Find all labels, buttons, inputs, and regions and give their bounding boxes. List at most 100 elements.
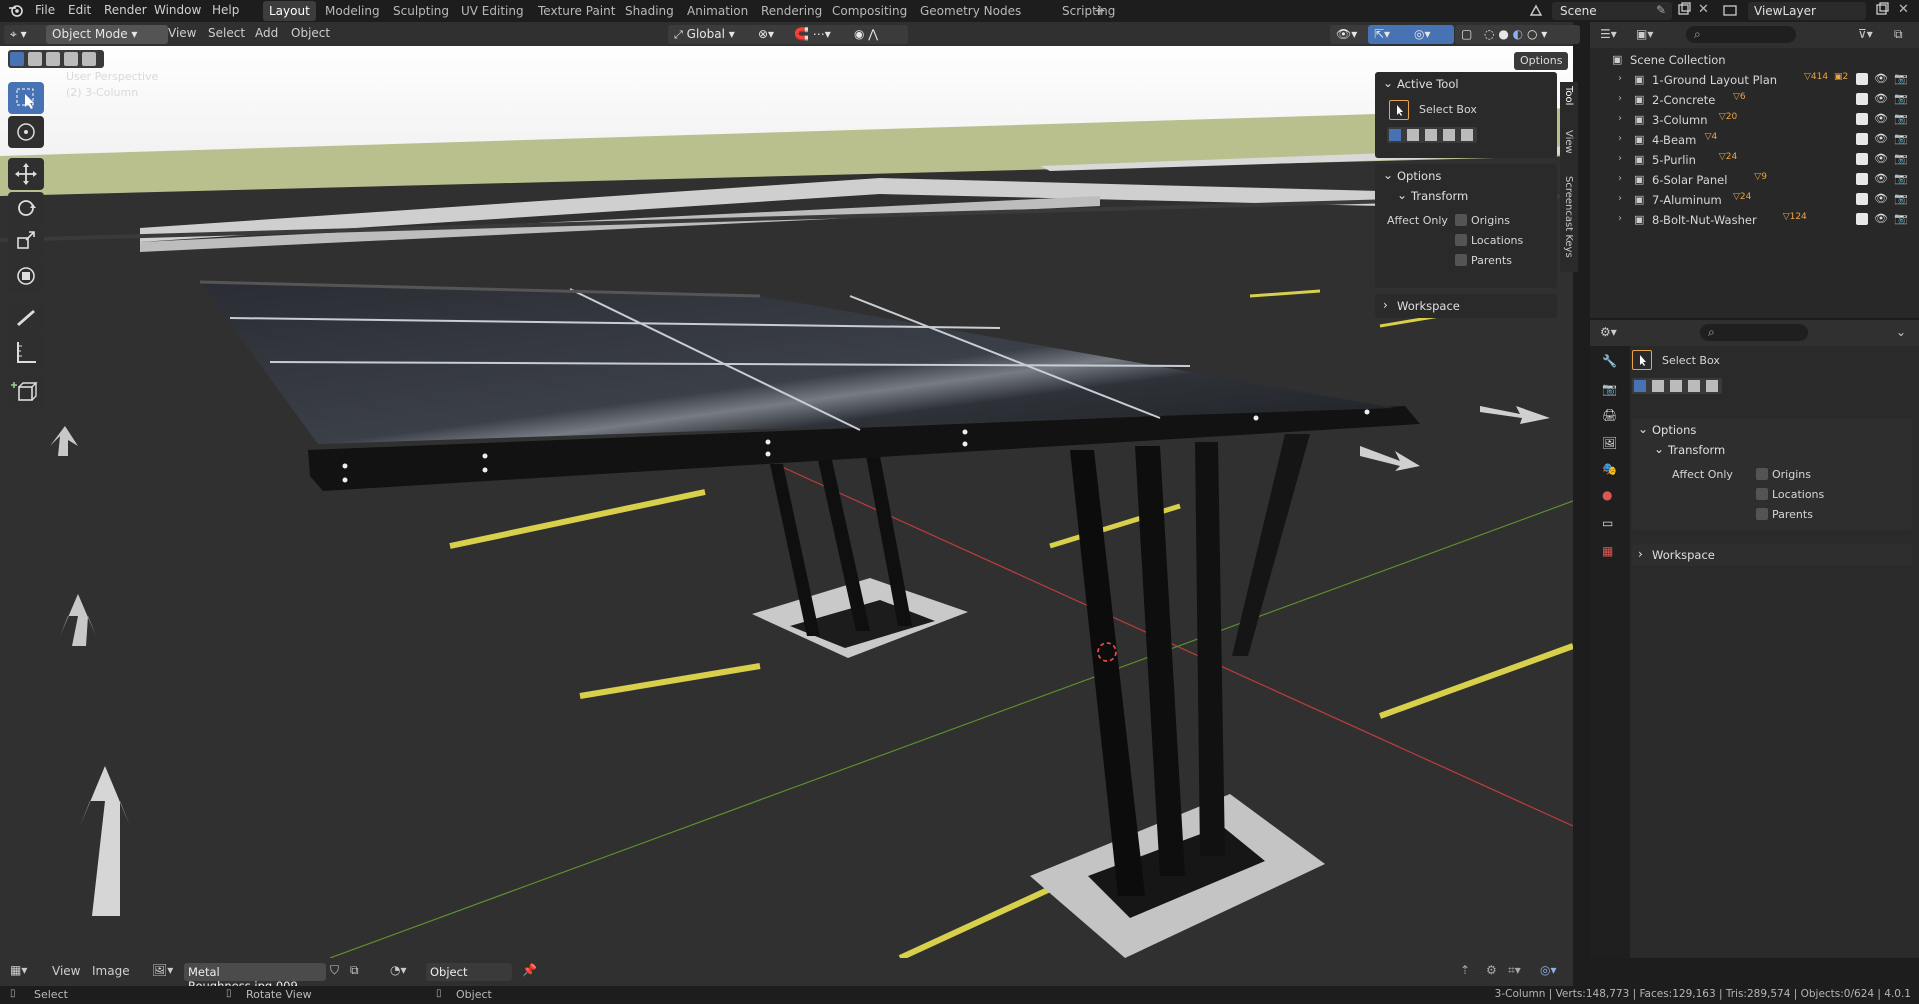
outliner-root-row[interactable]: ▣ Scene Collection xyxy=(1590,50,1919,70)
tab-geometry-nodes[interactable]: Geometry Nodes xyxy=(914,1,1027,21)
camera-icon[interactable]: 📷 xyxy=(1894,73,1908,85)
add-workspace-button[interactable]: + xyxy=(1088,1,1112,21)
tool-properties-icon[interactable]: 🔧 xyxy=(1602,354,1622,374)
outliner-collection-row[interactable]: › ▣ 7-Aluminum ▽24 👁 📷 xyxy=(1590,190,1919,210)
menu-view[interactable]: View xyxy=(52,964,80,978)
solid-shading-icon[interactable]: ● xyxy=(1498,27,1508,41)
exclude-checkbox[interactable] xyxy=(1856,213,1868,225)
exclude-checkbox[interactable] xyxy=(1856,193,1868,205)
world-properties-icon[interactable]: ● xyxy=(1602,488,1622,508)
outliner-collection-row[interactable]: › ▣ 3-Column ▽20 👁 📷 xyxy=(1590,110,1919,130)
eye-icon[interactable]: 👁 xyxy=(1874,153,1888,165)
menu-object[interactable]: Object xyxy=(291,26,330,40)
eye-icon[interactable]: 👁 xyxy=(1874,73,1888,85)
select-subtract-icon[interactable] xyxy=(46,52,60,66)
overlay-icon[interactable]: ◎▾ xyxy=(1408,25,1454,44)
image-slot-icon[interactable]: ◔▾ xyxy=(390,963,407,977)
eye-icon[interactable]: 👁 xyxy=(1874,193,1888,205)
tab-shading[interactable]: Shading xyxy=(619,1,680,21)
scene-icon[interactable] xyxy=(1528,0,1550,22)
options-chevron-icon[interactable]: ⌄ xyxy=(1383,168,1393,182)
prop-select-modes[interactable] xyxy=(1632,378,1722,394)
output-properties-icon[interactable]: 🖨 xyxy=(1602,408,1622,428)
mode-subtract-icon[interactable] xyxy=(1670,380,1682,392)
fake-user-icon[interactable]: ⛉ xyxy=(330,963,339,978)
outliner-collection-row[interactable]: › ▣ 5-Purlin ▽24 👁 📷 xyxy=(1590,150,1919,170)
menu-view[interactable]: View xyxy=(168,26,196,40)
mode-extend-icon[interactable] xyxy=(1407,129,1419,141)
new-view-layer-icon[interactable] xyxy=(1874,2,1892,20)
prop-workspace-title[interactable]: Workspace xyxy=(1652,548,1715,562)
outliner-collection-row[interactable]: › ▣ 1-Ground Layout Plan ▽414 ▣2 👁 📷 xyxy=(1590,70,1919,90)
view-layer-selector[interactable]: ViewLayer xyxy=(1748,2,1866,20)
tab-modeling[interactable]: Modeling xyxy=(319,1,386,21)
active-tool-chevron-icon[interactable]: ⌄ xyxy=(1383,76,1393,90)
expand-chevron-icon[interactable]: › xyxy=(1618,193,1622,204)
tab-compositing[interactable]: Compositing xyxy=(826,1,913,21)
mode-new-icon[interactable] xyxy=(1634,380,1646,392)
texture-properties-icon[interactable]: ▦ xyxy=(1602,544,1622,564)
transform-chevron-icon[interactable]: ⌄ xyxy=(1397,188,1407,202)
expand-chevron-icon[interactable]: › xyxy=(1618,173,1622,184)
outliner-collection-row[interactable]: › ▣ 4-Beam ▽4 👁 📷 xyxy=(1590,130,1919,150)
camera-icon[interactable]: 📷 xyxy=(1894,93,1908,105)
menu-help[interactable]: Help xyxy=(212,0,239,22)
expand-chevron-icon[interactable]: › xyxy=(1618,73,1622,84)
view-layer-icon[interactable] xyxy=(1722,2,1744,20)
view-layer-properties-icon[interactable]: 🖼 xyxy=(1602,436,1622,456)
blender-logo-icon[interactable] xyxy=(8,0,24,22)
object-mode-dropdown-bottom[interactable]: Object xyxy=(426,963,512,981)
menu-select[interactable]: Select xyxy=(208,26,245,40)
delete-view-layer-icon[interactable]: ✕ xyxy=(1898,2,1909,17)
outliner-editor-icon[interactable]: ☰▾ xyxy=(1600,27,1617,41)
menu-edit[interactable]: Edit xyxy=(68,0,91,22)
new-image-icon[interactable]: ⧉ xyxy=(350,963,359,978)
camera-icon[interactable]: 📷 xyxy=(1894,173,1908,185)
rendered-shading-icon[interactable]: ○ xyxy=(1527,27,1537,41)
workspace-chevron-icon[interactable]: › xyxy=(1638,547,1643,561)
mode-intersect-icon[interactable] xyxy=(1706,380,1718,392)
eye-icon[interactable]: 👁 xyxy=(1874,113,1888,125)
eye-icon[interactable]: 👁 xyxy=(1874,93,1888,105)
filter-icon[interactable]: ⊽▾ xyxy=(1858,27,1873,41)
exclude-checkbox[interactable] xyxy=(1856,153,1868,165)
options-dropdown[interactable]: Options ▾ xyxy=(1514,52,1568,85)
select-box-tool-icon[interactable] xyxy=(8,82,44,114)
exclude-checkbox[interactable] xyxy=(1856,133,1868,145)
expand-chevron-icon[interactable]: › xyxy=(1618,213,1622,224)
display-channels-icon[interactable]: ⌗▾ xyxy=(1508,963,1521,978)
move-tool-icon[interactable] xyxy=(8,158,44,190)
gizmo-icon[interactable]: ⚙ xyxy=(1486,963,1497,977)
camera-icon[interactable]: 📷 xyxy=(1894,113,1908,125)
new-scene-icon[interactable] xyxy=(1676,2,1694,20)
image-editor-type-icon[interactable]: ▦▾ xyxy=(10,963,27,977)
transform-tool-icon[interactable] xyxy=(8,260,44,292)
outliner-collection-row[interactable]: › ▣ 2-Concrete ▽6 👁 📷 xyxy=(1590,90,1919,110)
measure-tool-icon[interactable] xyxy=(8,336,44,368)
select-invert-icon[interactable] xyxy=(64,52,78,66)
expand-chevron-icon[interactable]: › xyxy=(1618,133,1622,144)
tab-tool[interactable]: Tool xyxy=(1563,86,1574,105)
outliner-search-input[interactable]: ⌕ xyxy=(1686,26,1796,43)
camera-icon[interactable]: 📷 xyxy=(1894,133,1908,145)
properties-editor-icon[interactable]: ⚙▾ xyxy=(1600,325,1617,339)
mode-invert-icon[interactable] xyxy=(1443,129,1455,141)
properties-search-input[interactable]: ⌕ xyxy=(1700,324,1808,341)
mode-intersect-icon[interactable] xyxy=(1461,129,1473,141)
scale-tool-icon[interactable] xyxy=(8,226,44,258)
tab-view[interactable]: View xyxy=(1563,130,1574,154)
pin-icon[interactable]: 📌 xyxy=(522,963,537,977)
scene-properties-icon[interactable]: 🎭 xyxy=(1602,462,1622,482)
material-shading-icon[interactable]: ◐ xyxy=(1513,27,1523,41)
exclude-checkbox[interactable] xyxy=(1856,93,1868,105)
image-name-field[interactable]: Metal Roughness.jpg.009 xyxy=(184,963,326,993)
outliner-collection-row[interactable]: › ▣ 8-Bolt-Nut-Washer ▽124 👁 📷 xyxy=(1590,210,1919,230)
camera-icon[interactable]: 📷 xyxy=(1894,153,1908,165)
menu-add[interactable]: Add xyxy=(255,26,278,40)
tab-sculpting[interactable]: Sculpting xyxy=(387,1,455,21)
select-intersect-icon[interactable] xyxy=(82,52,96,66)
tab-animation[interactable]: Animation xyxy=(681,1,754,21)
prop-transform-title[interactable]: Transform xyxy=(1668,443,1725,457)
render-properties-icon[interactable]: 📷 xyxy=(1602,382,1622,402)
exclude-checkbox[interactable] xyxy=(1856,173,1868,185)
